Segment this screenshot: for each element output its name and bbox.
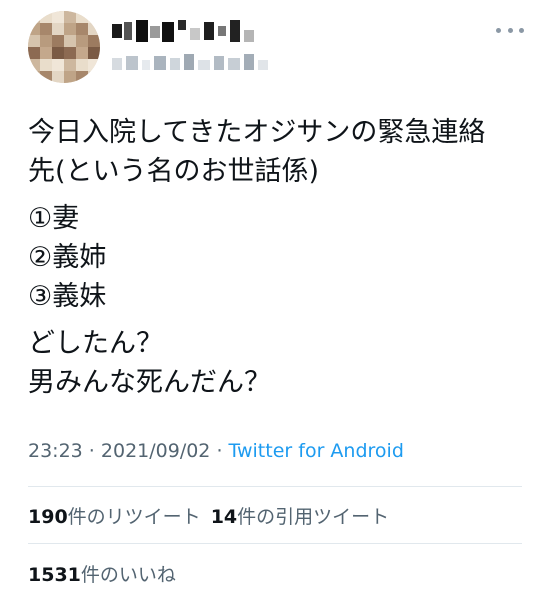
redaction-block (154, 56, 166, 70)
more-horizontal-icon (519, 27, 524, 33)
avatar-pixel (28, 59, 40, 71)
avatar-pixel (52, 71, 64, 83)
divider (28, 543, 522, 544)
avatar-pixel (52, 23, 64, 35)
more-horizontal-icon (507, 27, 513, 33)
redaction-block (170, 58, 180, 70)
avatar-pixel (88, 11, 100, 23)
avatar-pixel (64, 11, 76, 23)
avatar-pixel (28, 71, 40, 83)
more-options-button[interactable] (496, 20, 524, 40)
redaction-block (150, 26, 160, 38)
tweet-paragraph: 今日入院してきたオジサンの緊急連絡 先(という名のお世話係) (28, 113, 533, 191)
redaction-block (230, 20, 240, 42)
retweets-stat[interactable]: 190件のリツイート (28, 506, 201, 528)
tweet-line: 先(という名のお世話係) (28, 156, 320, 187)
redaction-block (190, 28, 200, 40)
redaction-block (126, 56, 138, 70)
avatar-pixel (28, 11, 40, 23)
avatar-pixel (76, 23, 88, 35)
avatar-pixel (64, 59, 76, 71)
redaction-block (124, 22, 132, 40)
avatar-pixel (52, 11, 64, 23)
avatar-pixel (64, 47, 76, 59)
redaction-block (136, 20, 148, 42)
likes-stats-row: 1531件のいいね (28, 560, 176, 587)
quotes-count: 14 (210, 506, 238, 528)
avatar-pixel (28, 23, 40, 35)
quotes-stat[interactable]: 14件の引用ツイート (211, 506, 389, 528)
avatar-pixel (88, 47, 100, 59)
avatar-pixel (64, 71, 76, 83)
divider (28, 486, 522, 487)
avatar-pixel (52, 59, 64, 71)
avatar-pixel (40, 71, 52, 83)
tweet-time[interactable]: 23:23 (28, 440, 83, 462)
meta-separator: · (210, 440, 229, 462)
redaction-block (178, 20, 186, 30)
avatar-pixel (40, 35, 52, 47)
redaction-block (218, 26, 226, 36)
avatar-pixel (52, 47, 64, 59)
redaction-block (112, 24, 122, 38)
avatar-pixel (88, 35, 100, 47)
avatar-pixel (88, 71, 100, 83)
avatar-pixel (88, 23, 100, 35)
avatar-pixel (64, 35, 76, 47)
avatar-pixel (40, 23, 52, 35)
avatar-pixel (76, 11, 88, 23)
avatar-pixel (64, 23, 76, 35)
redaction-block (204, 22, 214, 40)
avatar-pixel (76, 71, 88, 83)
quotes-label: 件の引用ツイート (237, 506, 390, 528)
retweets-label: 件のリツイート (67, 506, 201, 528)
tweet-date[interactable]: 2021/09/02 (101, 440, 211, 462)
avatar-pixel (76, 47, 88, 59)
redaction-block (112, 58, 122, 70)
tweet-paragraph: ①妻 ②義姉 ③義妹 (28, 199, 533, 316)
redaction-block (244, 30, 254, 42)
redaction-block (214, 56, 224, 70)
avatar-pixel (76, 59, 88, 71)
avatar-pixel (88, 59, 100, 71)
more-horizontal-icon (496, 27, 501, 33)
redaction-block (142, 60, 150, 70)
tweet-line: ③義妹 (28, 281, 107, 312)
tweet-line: ②義姉 (28, 242, 107, 273)
engagement-stats-row: 190件のリツイート 14件の引用ツイート (28, 502, 389, 529)
display-name-redacted[interactable] (112, 20, 262, 44)
redaction-block (198, 60, 210, 70)
avatar-pixel (40, 47, 52, 59)
likes-count: 1531 (28, 564, 81, 586)
tweet-line: 男みんな死んだん？ (28, 367, 271, 398)
avatar[interactable] (28, 11, 100, 83)
avatar-pixel (28, 35, 40, 47)
tweet-line: 今日入院してきたオジサンの緊急連絡 (28, 117, 486, 148)
avatar-pixel (76, 35, 88, 47)
username-redacted[interactable] (112, 54, 272, 72)
redaction-block (184, 54, 194, 70)
tweet-text: 今日入院してきたオジサンの緊急連絡 先(という名のお世話係) ①妻 ②義姉 ③義… (28, 113, 533, 410)
meta-separator: · (82, 440, 101, 462)
avatar-pixel (28, 47, 40, 59)
tweet-source-link[interactable]: Twitter for Android (229, 440, 404, 462)
tweet-line: どしたん？ (28, 328, 163, 359)
redaction-block (244, 54, 254, 70)
likes-stat[interactable]: 1531件のいいね (28, 564, 176, 586)
redaction-block (162, 22, 174, 42)
tweet-metadata: 23:23 · 2021/09/02 · Twitter for Android (28, 440, 404, 462)
avatar-pixel (40, 11, 52, 23)
tweet-line: ①妻 (28, 203, 80, 234)
tweet-paragraph: どしたん？ 男みんな死んだん？ (28, 324, 533, 402)
redaction-block (228, 58, 240, 70)
likes-label: 件のいいね (80, 564, 176, 586)
avatar-pixel (40, 59, 52, 71)
avatar-pixel (52, 35, 64, 47)
tweet-card: 今日入院してきたオジサンの緊急連絡 先(という名のお世話係) ①妻 ②義姉 ③義… (0, 0, 550, 595)
retweets-count: 190 (28, 506, 68, 528)
redaction-block (258, 60, 268, 70)
